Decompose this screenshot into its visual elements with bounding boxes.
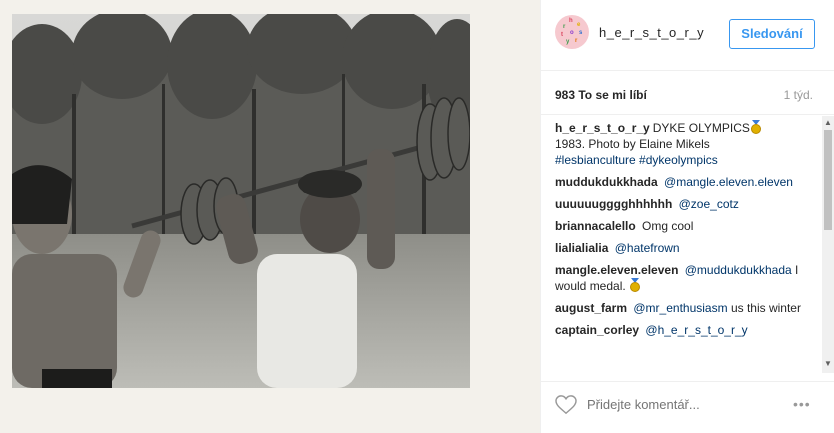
- caption-hashtags[interactable]: #lesbianculture #dykeolympics: [555, 153, 718, 167]
- avatar-letter: t: [561, 32, 563, 38]
- more-icon[interactable]: •••: [793, 396, 811, 412]
- caption-user[interactable]: h_e_r_s_t_o_r_y: [555, 121, 650, 135]
- avatar-letter: r: [563, 24, 566, 30]
- comment-mention[interactable]: @hatefrown: [615, 241, 680, 255]
- comment-mention[interactable]: @zoe_cotz: [679, 197, 739, 211]
- medal-icon: [750, 120, 761, 134]
- comment-item: lialialialia @hatefrown: [555, 240, 817, 256]
- comments-list: h_e_r_s_t_o_r_y DYKE OLYMPICS 1983. Photo…: [555, 120, 817, 375]
- medal-icon: [630, 278, 641, 292]
- caption-text: 1983. Photo by Elaine Mikels: [555, 137, 710, 151]
- post-time[interactable]: 1 týd.: [784, 88, 813, 102]
- scroll-up-arrow-icon[interactable]: ▲: [824, 118, 832, 127]
- comment-item: august_farm @mr_enthusiasm us this winte…: [555, 300, 817, 316]
- follow-button[interactable]: Sledování: [729, 19, 815, 49]
- comments-scrollbar[interactable]: ▲ ▼: [822, 116, 834, 373]
- comment-user[interactable]: briannacalello: [555, 219, 636, 233]
- likes-row: 983 To se mi líbí 1 týd.: [541, 70, 834, 115]
- heart-icon[interactable]: [555, 395, 577, 415]
- caption: h_e_r_s_t_o_r_y DYKE OLYMPICS 1983. Photo…: [555, 120, 817, 168]
- comment-user[interactable]: august_farm: [555, 301, 627, 315]
- avatar-letter: o: [570, 30, 574, 36]
- comment-text: Omg cool: [642, 219, 694, 233]
- comment-mention[interactable]: @mr_enthusiasm: [633, 301, 727, 315]
- comment-user[interactable]: uuuuuugggghhhhhh: [555, 197, 672, 211]
- comment-user[interactable]: lialialialia: [555, 241, 608, 255]
- scroll-thumb[interactable]: [824, 130, 832, 230]
- footer-divider: [541, 381, 834, 382]
- comment-mention[interactable]: @h_e_r_s_t_o_r_y: [645, 323, 747, 337]
- avatar-letter: y: [566, 39, 570, 45]
- comment-item: briannacalello Omg cool: [555, 218, 817, 234]
- avatar-letter: h: [569, 18, 573, 24]
- add-comment-input[interactable]: [587, 397, 787, 412]
- comment-user[interactable]: captain_corley: [555, 323, 639, 337]
- post-side-panel: h e r s t o r y h_e_r_s_t_o_r_y Sledován…: [541, 0, 834, 433]
- caption-title: DYKE OLYMPICS: [652, 121, 750, 135]
- post-photo-area: [0, 0, 540, 433]
- scroll-down-arrow-icon[interactable]: ▼: [824, 359, 832, 368]
- comment-item: mangle.eleven.eleven @muddukdukkhada I w…: [555, 262, 817, 294]
- avatar-letter: r: [575, 38, 578, 44]
- avatar[interactable]: h e r s t o r y: [555, 15, 589, 49]
- post-username[interactable]: h_e_r_s_t_o_r_y: [599, 25, 704, 40]
- comment-user[interactable]: muddukdukkhada: [555, 175, 658, 189]
- comment-item: muddukdukkhada @mangle.eleven.eleven: [555, 174, 817, 190]
- comment-item: captain_corley @h_e_r_s_t_o_r_y: [555, 322, 817, 338]
- post-photo[interactable]: [12, 14, 470, 388]
- comment-item: uuuuuugggghhhhhh @zoe_cotz: [555, 196, 817, 212]
- post-header: h e r s t o r y h_e_r_s_t_o_r_y Sledován…: [541, 0, 834, 71]
- avatar-letter: e: [577, 22, 581, 28]
- avatar-letter: s: [579, 30, 583, 36]
- comment-mention[interactable]: @mangle.eleven.eleven: [664, 175, 793, 189]
- likes-count[interactable]: 983 To se mi líbí: [555, 88, 647, 102]
- comment-mention[interactable]: @muddukdukkhada: [685, 263, 792, 277]
- comment-user[interactable]: mangle.eleven.eleven: [555, 263, 678, 277]
- comment-text: us this winter: [730, 301, 801, 315]
